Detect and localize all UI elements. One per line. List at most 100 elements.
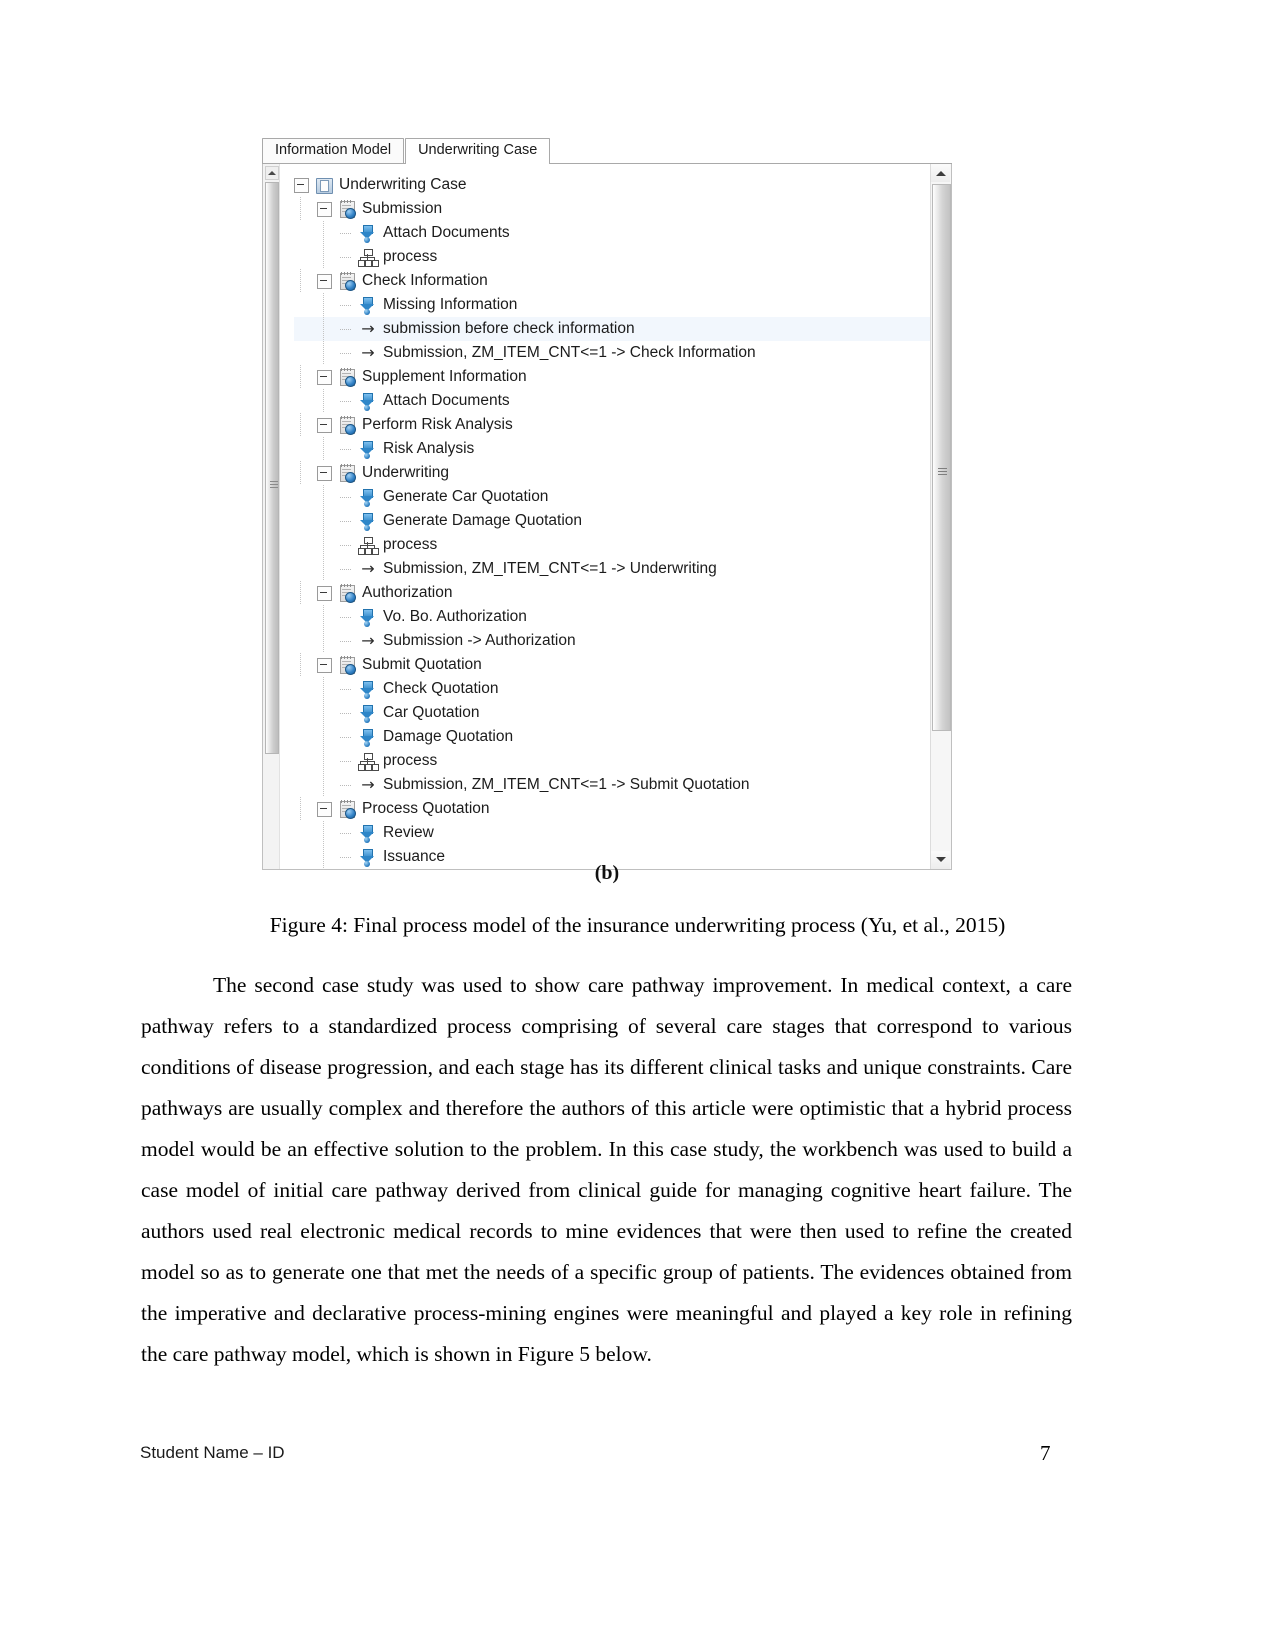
tree-row[interactable]: Supplement Information — [294, 365, 930, 389]
tree-collapse-icon[interactable] — [294, 177, 309, 193]
task-icon — [358, 680, 378, 699]
task-icon — [358, 440, 378, 459]
tree-guide-line — [323, 317, 324, 341]
tree-row-label: Process Quotation — [362, 800, 490, 817]
scrollbar-thumb[interactable] — [932, 184, 951, 731]
stage-icon — [337, 584, 357, 603]
stage-icon — [337, 656, 357, 675]
tree-row-label: Attach Documents — [383, 224, 510, 241]
tree-connector — [340, 755, 353, 768]
tree-collapse-icon[interactable] — [317, 201, 332, 217]
tree-guide-line — [323, 725, 324, 749]
tree-guide-line — [323, 677, 324, 701]
tree-row-label: Submit Quotation — [362, 656, 482, 673]
tree-row[interactable]: Underwriting — [294, 461, 930, 485]
tree-row[interactable]: Perform Risk Analysis — [294, 413, 930, 437]
tree-collapse-icon[interactable] — [317, 417, 332, 433]
tree-row[interactable]: Check Quotation — [294, 677, 930, 701]
relation-icon: → — [361, 775, 375, 794]
tree-row[interactable]: Check Information — [294, 269, 930, 293]
tree-row-label: process — [383, 752, 438, 769]
tree-guide-line — [300, 797, 301, 821]
tree-guide-line — [323, 245, 324, 269]
tree-connector — [340, 491, 353, 504]
document-page: Information Model Underwriting Case Unde… — [0, 0, 1275, 1650]
tree-row[interactable]: Review — [294, 821, 930, 845]
scroll-up-icon[interactable] — [931, 164, 950, 182]
tree-row[interactable]: Generate Damage Quotation — [294, 509, 930, 533]
tree-row[interactable]: Submission — [294, 197, 930, 221]
tab-underwriting-case[interactable]: Underwriting Case — [405, 138, 551, 164]
tree-connector — [340, 611, 353, 624]
tree-row[interactable]: → Submission, ZM_ITEM_CNT<=1 -> Underwrit… — [294, 557, 930, 581]
tree-guide-line — [323, 509, 324, 533]
tree-view[interactable]: Underwriting Case Submission Attach Docume… — [280, 164, 930, 869]
tree-connector — [340, 731, 353, 744]
tab-label: Information Model — [275, 142, 392, 158]
tree-row[interactable]: Authorization — [294, 581, 930, 605]
tree-collapse-icon[interactable] — [317, 657, 332, 673]
stage-icon — [337, 800, 357, 819]
tree-connector — [340, 227, 353, 240]
task-icon — [358, 224, 378, 243]
tree-connector — [340, 347, 353, 360]
task-icon — [358, 392, 378, 411]
process-icon — [358, 248, 379, 267]
tree-collapse-icon[interactable] — [317, 465, 332, 481]
tree-row[interactable]: Process Quotation — [294, 797, 930, 821]
tree-row-label: Check Quotation — [383, 680, 499, 697]
tree-guide-line — [300, 461, 301, 485]
left-scroll-up-icon[interactable] — [265, 166, 279, 180]
tree-row[interactable]: process — [294, 749, 930, 773]
tree-row[interactable]: Damage Quotation — [294, 725, 930, 749]
figure-caption: Figure 4: Final process model of the ins… — [269, 913, 1006, 937]
tree-row[interactable]: Submit Quotation — [294, 653, 930, 677]
tree-connector — [340, 683, 353, 696]
tree-guide-line — [300, 413, 301, 437]
left-scrollbar-thumb[interactable] — [265, 182, 279, 754]
tree-row-label: Car Quotation — [383, 704, 480, 721]
relation-icon: → — [361, 559, 375, 578]
tree-row[interactable]: Attach Documents — [294, 221, 930, 245]
tree-row[interactable]: Risk Analysis — [294, 437, 930, 461]
tree-row[interactable]: process — [294, 533, 930, 557]
tree-row-label: Risk Analysis — [383, 440, 475, 457]
tree-connector — [340, 395, 353, 408]
tree-row[interactable]: → submission before check information — [280, 317, 930, 341]
tree-row[interactable]: → Submission -> Authorization — [294, 629, 930, 653]
tree-guide-line — [300, 581, 301, 605]
tree-connector — [340, 779, 353, 792]
tree-row[interactable]: → Submission, ZM_ITEM_CNT<=1 -> Check Inf… — [294, 341, 930, 365]
tree-row-label: Attach Documents — [383, 392, 510, 409]
left-scrollbar[interactable] — [263, 164, 280, 869]
tree-row[interactable]: → Submission, ZM_ITEM_CNT<=1 -> Submit Qu… — [294, 773, 930, 797]
tab-bar: Information Model Underwriting Case — [262, 136, 952, 164]
tab-information-model[interactable]: Information Model — [262, 138, 405, 163]
stage-icon — [337, 200, 357, 219]
tree-row-label: Generate Car Quotation — [383, 488, 549, 505]
stage-icon — [337, 416, 357, 435]
tree-row[interactable]: Attach Documents — [294, 389, 930, 413]
task-icon — [358, 728, 378, 747]
tree-connector — [340, 443, 353, 456]
tree-row-label: Submission, ZM_ITEM_CNT<=1 -> Check Info… — [383, 344, 756, 361]
tree-connector — [340, 827, 353, 840]
tree-row[interactable]: Car Quotation — [294, 701, 930, 725]
tree-row[interactable]: Vo. Bo. Authorization — [294, 605, 930, 629]
tree-row[interactable]: Missing Information — [294, 293, 930, 317]
tree-collapse-icon[interactable] — [317, 585, 332, 601]
vertical-scrollbar[interactable] — [930, 164, 951, 869]
tree-collapse-icon[interactable] — [317, 801, 332, 817]
tree-row[interactable]: process — [294, 245, 930, 269]
body-paragraph: The second case study was used to show c… — [141, 973, 1072, 1366]
page-number: 7 — [1040, 1441, 1051, 1465]
tree-guide-line — [323, 437, 324, 461]
tree-row-label: Submission, ZM_ITEM_CNT<=1 -> Underwriti… — [383, 560, 717, 577]
tree-row[interactable]: Underwriting Case — [294, 173, 930, 197]
process-icon — [358, 752, 379, 771]
tree-connector — [340, 299, 353, 312]
tree-collapse-icon[interactable] — [317, 273, 332, 289]
tree-row[interactable]: Generate Car Quotation — [294, 485, 930, 509]
tree-row-label: Missing Information — [383, 296, 518, 313]
tree-collapse-icon[interactable] — [317, 369, 332, 385]
